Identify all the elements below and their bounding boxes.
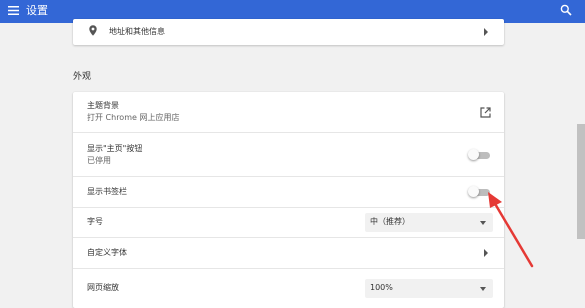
home-button-label: 显示"主页"按钮 (87, 144, 143, 153)
bookmarks-bar-toggle[interactable] (467, 186, 491, 198)
bookmarks-bar-row: 显示书签栏 (73, 176, 504, 207)
theme-row[interactable]: 主题背景 打开 Chrome 网上应用店 (73, 92, 504, 132)
hamburger-menu-icon[interactable] (8, 5, 19, 16)
theme-sublabel: 打开 Chrome 网上应用店 (87, 113, 180, 122)
page-zoom-label: 网页缩放 (87, 283, 119, 292)
font-size-select[interactable]: 中（推荐） (365, 213, 493, 232)
page-title: 设置 (26, 4, 48, 17)
scrollbar-thumb[interactable] (577, 124, 585, 239)
chevron-right-icon (484, 28, 488, 36)
bookmarks-bar-label: 显示书签栏 (87, 187, 127, 196)
custom-fonts-label: 自定义字体 (87, 248, 127, 257)
settings-content: 地址和其他信息 外观 主题背景 打开 Chrome 网上应用店 显示"主页"按钮… (0, 19, 585, 308)
font-size-label: 字号 (87, 217, 103, 226)
font-size-value: 中（推荐） (370, 217, 410, 226)
dropdown-caret-icon (480, 221, 486, 225)
toggle-knob (468, 149, 479, 160)
home-button-toggle[interactable] (467, 149, 491, 161)
appearance-section-title: 外观 (73, 72, 92, 82)
page-zoom-select[interactable]: 100% (365, 279, 493, 298)
page-zoom-row: 网页缩放 100% (73, 268, 504, 308)
appearance-card: 主题背景 打开 Chrome 网上应用店 显示"主页"按钮 已停用 显示书签栏 (73, 92, 504, 308)
chevron-right-icon (484, 249, 488, 257)
open-in-new-icon[interactable] (480, 107, 491, 118)
custom-fonts-row[interactable]: 自定义字体 (73, 237, 504, 268)
dropdown-caret-icon (480, 287, 486, 291)
addresses-label: 地址和其他信息 (109, 27, 165, 36)
search-icon[interactable] (560, 4, 572, 16)
theme-label: 主题背景 (87, 101, 119, 110)
font-size-row: 字号 中（推荐） (73, 207, 504, 237)
home-button-row: 显示"主页"按钮 已停用 (73, 132, 504, 176)
location-pin-icon (89, 25, 97, 36)
autofill-card: 地址和其他信息 (73, 19, 504, 45)
addresses-row[interactable]: 地址和其他信息 (73, 19, 504, 45)
home-button-status: 已停用 (87, 156, 111, 165)
page-zoom-value: 100% (370, 283, 393, 292)
toggle-knob (468, 186, 479, 197)
